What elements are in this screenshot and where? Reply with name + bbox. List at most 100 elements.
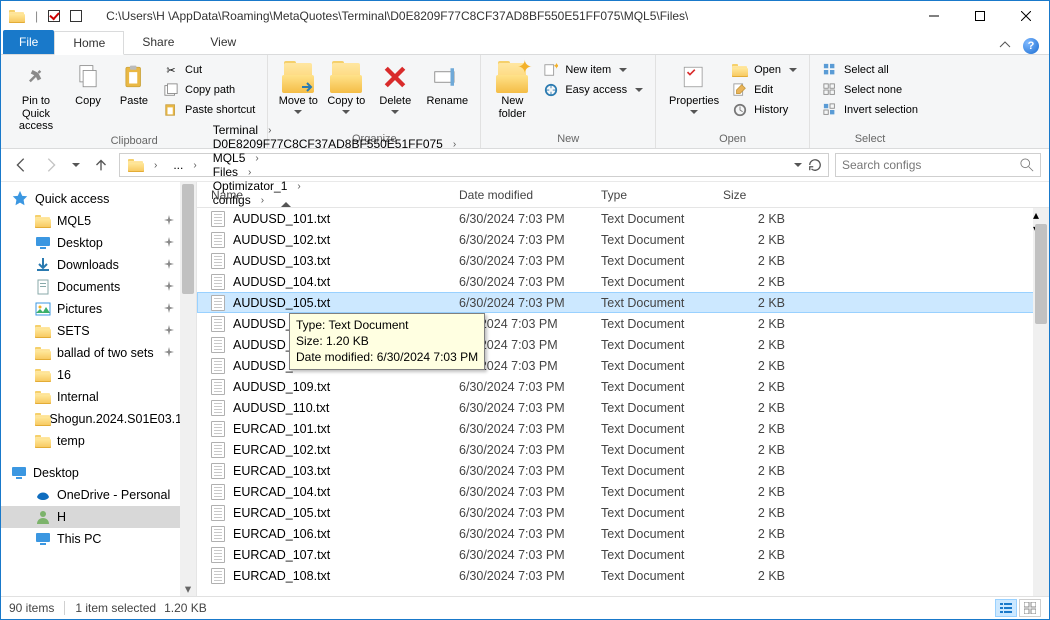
copy-path-button[interactable]: Copy path	[159, 81, 259, 99]
col-size-header[interactable]: Size	[723, 188, 797, 202]
file-row[interactable]: EURCAD_107.txt6/30/2024 7:03 PMText Docu…	[197, 544, 1049, 565]
rename-button[interactable]: Rename	[422, 59, 472, 108]
file-row[interactable]: EURCAD_105.txt6/30/2024 7:03 PMText Docu…	[197, 502, 1049, 523]
properties-button[interactable]: Properties	[664, 59, 724, 114]
new-item-button[interactable]: ✦New item	[539, 61, 647, 79]
navpane-scrollbar[interactable]: ▴ ▾	[180, 182, 196, 596]
pin-icon	[164, 281, 174, 294]
tab-share[interactable]: Share	[124, 30, 192, 54]
open-button[interactable]: Open	[728, 61, 801, 79]
addr-refresh-icon[interactable]	[808, 158, 822, 172]
nav-item[interactable]: MQL5	[1, 210, 196, 232]
nav-item[interactable]: Internal	[1, 386, 196, 408]
search-input[interactable]: Search configs	[835, 153, 1041, 177]
txt-file-icon	[211, 526, 225, 542]
nav-item[interactable]: Documents	[1, 276, 196, 298]
search-icon	[1020, 158, 1034, 172]
address-bar[interactable]: › ... › Terminal›D0E8209F77C8CF37AD8BF55…	[119, 153, 829, 177]
open-icon	[732, 62, 748, 78]
crumb-0[interactable]: ... ›	[165, 154, 204, 176]
filelist-scrollbar[interactable]: ▴ ▾	[1033, 208, 1049, 596]
ribbon-tabs: File Home Share View ?	[1, 31, 1049, 55]
file-row[interactable]: EURCAD_108.txt6/30/2024 7:03 PMText Docu…	[197, 565, 1049, 586]
nav-item[interactable]: H	[1, 506, 196, 528]
history-button[interactable]: History	[728, 101, 801, 119]
nav-up-button[interactable]	[89, 153, 113, 177]
nav-item[interactable]: Downloads	[1, 254, 196, 276]
selectnone-icon	[822, 82, 838, 98]
file-row[interactable]: EURCAD_106.txt6/30/2024 7:03 PMText Docu…	[197, 523, 1049, 544]
file-row[interactable]: EURCAD_102.txt6/30/2024 7:03 PMText Docu…	[197, 439, 1049, 460]
select-all-button[interactable]: Select all	[818, 61, 922, 79]
file-row[interactable]: AUDUSD_104.txt6/30/2024 7:03 PMText Docu…	[197, 271, 1049, 292]
addr-history-icon[interactable]	[794, 163, 802, 167]
cut-button[interactable]: ✂Cut	[159, 61, 259, 79]
txt-file-icon	[211, 484, 225, 500]
minimize-button[interactable]	[911, 1, 957, 31]
file-row[interactable]: AUDUSD_101.txt6/30/2024 7:03 PMText Docu…	[197, 208, 1049, 229]
paste-shortcut-button[interactable]: Paste shortcut	[159, 101, 259, 119]
nav-item[interactable]: SETS	[1, 320, 196, 342]
col-name-header[interactable]: Name	[197, 188, 459, 202]
nav-recent-button[interactable]	[69, 153, 83, 177]
sort-asc-icon	[281, 188, 291, 207]
nav-back-button[interactable]	[9, 153, 33, 177]
file-row[interactable]: AUDUSD_103.txt6/30/2024 7:03 PMText Docu…	[197, 250, 1049, 271]
nav-item[interactable]: 16	[1, 364, 196, 386]
txt-file-icon	[211, 568, 225, 584]
tab-file[interactable]: File	[3, 30, 54, 54]
qat-new-icon[interactable]	[70, 10, 82, 22]
file-row[interactable]: AUDUSD_110.txt6/30/2024 7:03 PMText Docu…	[197, 397, 1049, 418]
col-type-header[interactable]: Type	[601, 188, 723, 202]
nav-quick-access[interactable]: Quick access	[1, 188, 196, 210]
nav-item[interactable]: Shogun.2024.S01E03.108	[1, 408, 196, 430]
breadcrumb-item[interactable]: Terminal›	[205, 123, 464, 137]
move-to-button[interactable]: Move to	[276, 59, 320, 114]
status-size: 1.20 KB	[164, 601, 207, 615]
nav-item[interactable]: ballad of two sets	[1, 342, 196, 364]
pin-quick-access-button[interactable]: Pin to Quick access	[9, 59, 63, 133]
svg-text:✦: ✦	[553, 63, 558, 71]
copy-button[interactable]: Copy	[67, 59, 109, 108]
nav-item[interactable]: Pictures	[1, 298, 196, 320]
easy-access-button[interactable]: Easy access	[539, 81, 647, 99]
nav-item[interactable]: This PC	[1, 528, 196, 550]
nav-desktop-root[interactable]: Desktop	[1, 462, 196, 484]
scroll-down-icon[interactable]: ▾	[180, 580, 196, 596]
paste-button[interactable]: Paste	[113, 59, 155, 108]
tab-home[interactable]: Home	[54, 31, 124, 55]
delete-button[interactable]: Delete	[372, 59, 418, 114]
invert-selection-button[interactable]: Invert selection	[818, 101, 922, 119]
maximize-button[interactable]	[957, 1, 1003, 31]
nav-item[interactable]: temp	[1, 430, 196, 452]
ribbon-collapse-icon[interactable]	[999, 39, 1011, 54]
nav-item[interactable]: Desktop	[1, 232, 196, 254]
breadcrumb-item[interactable]: D0E8209F77C8CF37AD8BF550E51FF075›	[205, 137, 464, 151]
file-row[interactable]: AUDUSD_109.txt6/30/2024 7:03 PMText Docu…	[197, 376, 1049, 397]
file-row[interactable]: EURCAD_104.txt6/30/2024 7:03 PMText Docu…	[197, 481, 1049, 502]
nav-item[interactable]: OneDrive - Personal	[1, 484, 196, 506]
copy-to-button[interactable]: Copy to	[324, 59, 368, 114]
status-bar: 90 items 1 item selected 1.20 KB	[1, 596, 1049, 619]
nav-forward-button[interactable]	[39, 153, 63, 177]
scroll-up-icon[interactable]: ▴	[1033, 208, 1049, 222]
file-row[interactable]: EURCAD_103.txt6/30/2024 7:03 PMText Docu…	[197, 460, 1049, 481]
txt-file-icon	[211, 547, 225, 563]
details-view-button[interactable]	[995, 599, 1017, 617]
close-button[interactable]	[1003, 1, 1049, 31]
breadcrumb-item[interactable]: MQL5›	[205, 151, 464, 165]
tab-view[interactable]: View	[192, 30, 254, 54]
file-row[interactable]: AUDUSD_105.txt6/30/2024 7:03 PMText Docu…	[197, 292, 1049, 313]
help-icon[interactable]: ?	[1023, 38, 1039, 54]
edit-button[interactable]: Edit	[728, 81, 801, 99]
history-icon	[732, 102, 748, 118]
new-folder-button[interactable]: ✦ New folder	[489, 59, 535, 120]
col-date-header[interactable]: Date modified	[459, 188, 601, 202]
select-none-button[interactable]: Select none	[818, 81, 922, 99]
breadcrumb-item[interactable]: Files›	[205, 165, 464, 179]
thumbs-view-button[interactable]	[1019, 599, 1041, 617]
pin-icon	[164, 303, 174, 316]
file-row[interactable]: EURCAD_101.txt6/30/2024 7:03 PMText Docu…	[197, 418, 1049, 439]
file-row[interactable]: AUDUSD_102.txt6/30/2024 7:03 PMText Docu…	[197, 229, 1049, 250]
qat-properties-icon[interactable]	[48, 10, 60, 22]
